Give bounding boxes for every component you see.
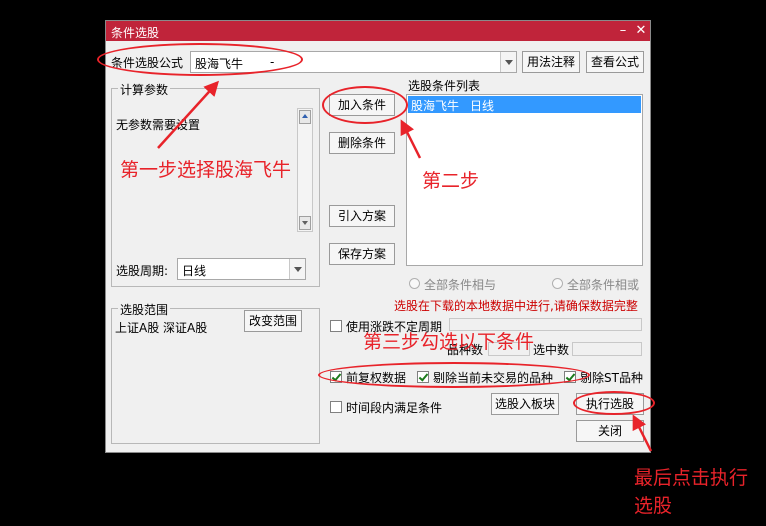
annotation-final-line1: 最后点击执行 bbox=[634, 467, 749, 489]
arrow-final bbox=[632, 414, 653, 452]
annotation-step1: 第一步选择股海飞牛 bbox=[120, 159, 292, 181]
arrow-step2 bbox=[400, 119, 422, 159]
arrow-step1 bbox=[157, 80, 220, 149]
annotation-final-line2: 选股 bbox=[634, 495, 673, 517]
annotation-step2: 第二步 bbox=[422, 170, 480, 192]
annotation-arrows bbox=[157, 80, 653, 452]
annotation-step3: 第三步勾选以下条件 bbox=[363, 331, 535, 353]
